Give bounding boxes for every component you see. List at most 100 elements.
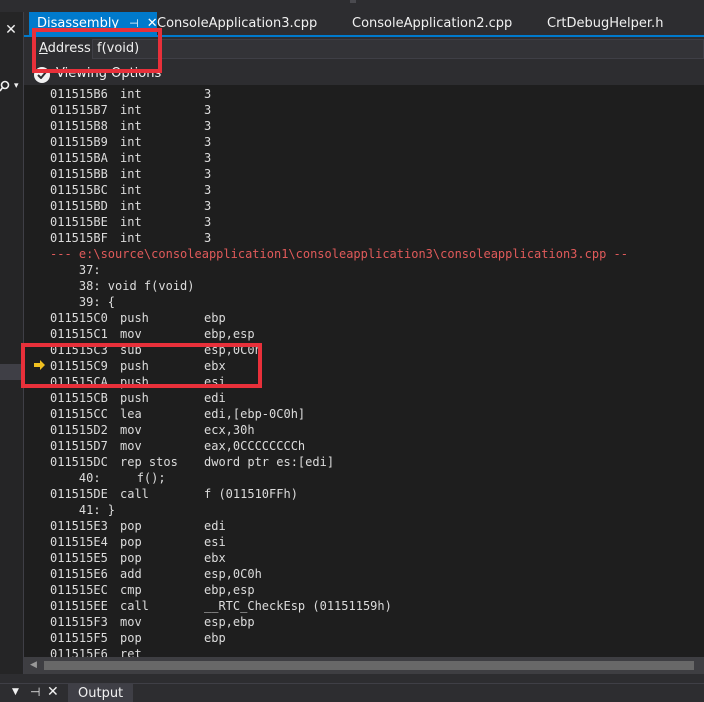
annotation-box-current-instruction bbox=[21, 343, 262, 388]
scrollbar-thumb[interactable] bbox=[44, 661, 694, 670]
close-icon[interactable]: ✕ bbox=[3, 22, 19, 38]
instruction-opcode: pop bbox=[120, 535, 142, 549]
tab-label: CrtDebugHelper.h bbox=[547, 16, 664, 31]
instruction-operands: 3 bbox=[204, 183, 212, 197]
instruction-operands: 3 bbox=[204, 87, 212, 101]
instruction-operands: f (011510FFh) bbox=[204, 487, 298, 501]
instruction-operands: 3 bbox=[204, 231, 212, 245]
instruction-address: 011515EC bbox=[50, 583, 108, 597]
instruction-address: 011515E5 bbox=[50, 551, 108, 565]
instruction-opcode: pop bbox=[120, 519, 142, 533]
pin-icon[interactable]: ⊣ bbox=[30, 685, 40, 699]
instruction-operands: 3 bbox=[204, 151, 212, 165]
instruction-address: 011515C0 bbox=[50, 311, 108, 325]
instruction-address: 011515BC bbox=[50, 183, 108, 197]
source-line-text: 39: { bbox=[50, 295, 116, 309]
instruction-opcode: call bbox=[120, 599, 149, 613]
source-line-text: 41: } bbox=[50, 503, 116, 517]
instruction-operands: 3 bbox=[204, 103, 212, 117]
instruction-address: 011515EE bbox=[50, 599, 108, 613]
instruction-operands: ecx,30h bbox=[204, 423, 255, 437]
instruction-address: 011515BA bbox=[50, 151, 108, 165]
top-strip bbox=[0, 0, 704, 12]
instruction-address: 011515C1 bbox=[50, 327, 108, 341]
instruction-address: 011515F6 bbox=[50, 647, 108, 657]
instruction-address: 011515CB bbox=[50, 391, 108, 405]
instruction-opcode: int bbox=[120, 199, 142, 213]
panel-nub bbox=[350, 0, 356, 3]
instruction-operands: ebp bbox=[204, 631, 226, 645]
instruction-opcode: int bbox=[120, 215, 142, 229]
output-panel-bar: ▼ ⊣ ✕ Output bbox=[0, 683, 704, 702]
instruction-address: 011515DE bbox=[50, 487, 108, 501]
instruction-operands: 3 bbox=[204, 135, 212, 149]
instruction-opcode: push bbox=[120, 391, 149, 405]
instruction-operands: 3 bbox=[204, 215, 212, 229]
instruction-operands: 3 bbox=[204, 167, 212, 181]
tab-label: ConsoleApplication3.cpp bbox=[157, 16, 318, 31]
source-file-header-text: --- e:\source\consoleapplication1\consol… bbox=[50, 247, 628, 261]
search-options-icon[interactable]: ▾ bbox=[0, 78, 24, 94]
instruction-opcode: pop bbox=[120, 631, 142, 645]
instruction-opcode: mov bbox=[120, 423, 142, 437]
source-line-text: 37: bbox=[50, 263, 108, 277]
instruction-operands: ebp bbox=[204, 311, 226, 325]
instruction-opcode: int bbox=[120, 119, 142, 133]
instruction-opcode: int bbox=[120, 183, 142, 197]
instruction-operands: esp,0C0h bbox=[204, 567, 262, 581]
instruction-address: 011515BD bbox=[50, 199, 108, 213]
instruction-operands: ebp,esp bbox=[204, 327, 255, 341]
instruction-operands: edi bbox=[204, 391, 226, 405]
instruction-operands: edi,[ebp-0C0h] bbox=[204, 407, 306, 421]
annotation-box-address bbox=[32, 28, 162, 73]
instruction-opcode: lea bbox=[120, 407, 142, 421]
instruction-opcode: add bbox=[120, 567, 142, 581]
instruction-opcode: mov bbox=[120, 615, 142, 629]
instruction-operands: dword ptr es:[edi] bbox=[204, 455, 335, 469]
instruction-operands: esp,ebp bbox=[204, 615, 255, 629]
source-line-text: 40: f(); bbox=[50, 471, 166, 485]
instruction-address: 011515B8 bbox=[50, 119, 108, 133]
instruction-operands: edi bbox=[204, 519, 226, 533]
tab-consoleapplication2-cpp[interactable]: ConsoleApplication2.cpp bbox=[352, 12, 512, 35]
instruction-address: 011515BB bbox=[50, 167, 108, 181]
instruction-address: 011515DC bbox=[50, 455, 108, 469]
instruction-address: 011515B7 bbox=[50, 103, 108, 117]
horizontal-scrollbar[interactable]: ◀ bbox=[24, 657, 704, 674]
instruction-address: 011515B6 bbox=[50, 87, 108, 101]
instruction-address: 011515B9 bbox=[50, 135, 108, 149]
instruction-address: 011515E6 bbox=[50, 567, 108, 581]
tab-crtdebughelper-h[interactable]: CrtDebugHelper.h bbox=[547, 12, 663, 35]
instruction-opcode: int bbox=[120, 151, 142, 165]
instruction-address: 011515BE bbox=[50, 215, 108, 229]
instruction-opcode: int bbox=[120, 231, 142, 245]
instruction-address: 011515F5 bbox=[50, 631, 108, 645]
instruction-opcode: ret bbox=[120, 647, 142, 657]
panel-divider bbox=[0, 674, 704, 683]
instruction-operands: ebp,esp bbox=[204, 583, 255, 597]
close-icon[interactable]: ✕ bbox=[47, 684, 59, 700]
instruction-opcode: pop bbox=[120, 551, 142, 565]
tab-output[interactable]: Output bbox=[68, 684, 134, 702]
instruction-address: 011515BF bbox=[50, 231, 108, 245]
instruction-opcode: int bbox=[120, 87, 142, 101]
instruction-opcode: push bbox=[120, 311, 149, 325]
instruction-address: 011515E3 bbox=[50, 519, 108, 533]
instruction-address: 011515E4 bbox=[50, 535, 108, 549]
instruction-operands: esi bbox=[204, 535, 226, 549]
scroll-left-icon[interactable]: ◀ bbox=[30, 660, 37, 670]
instruction-opcode: int bbox=[120, 103, 142, 117]
chevron-down-icon[interactable]: ▼ bbox=[12, 687, 19, 697]
address-input[interactable]: f(void) bbox=[92, 39, 704, 59]
instruction-operands: __RTC_CheckEsp (01151159h) bbox=[204, 599, 392, 613]
instruction-opcode: int bbox=[120, 135, 142, 149]
tab-consoleapplication3-cpp[interactable]: ConsoleApplication3.cpp bbox=[157, 12, 317, 35]
instruction-address: 011515CC bbox=[50, 407, 108, 421]
instruction-operands: 3 bbox=[204, 199, 212, 213]
instruction-opcode: mov bbox=[120, 439, 142, 453]
instruction-opcode: call bbox=[120, 487, 149, 501]
instruction-address: 011515D2 bbox=[50, 423, 108, 437]
instruction-opcode: mov bbox=[120, 327, 142, 341]
instruction-operands: ebx bbox=[204, 551, 226, 565]
instruction-opcode: int bbox=[120, 167, 142, 181]
